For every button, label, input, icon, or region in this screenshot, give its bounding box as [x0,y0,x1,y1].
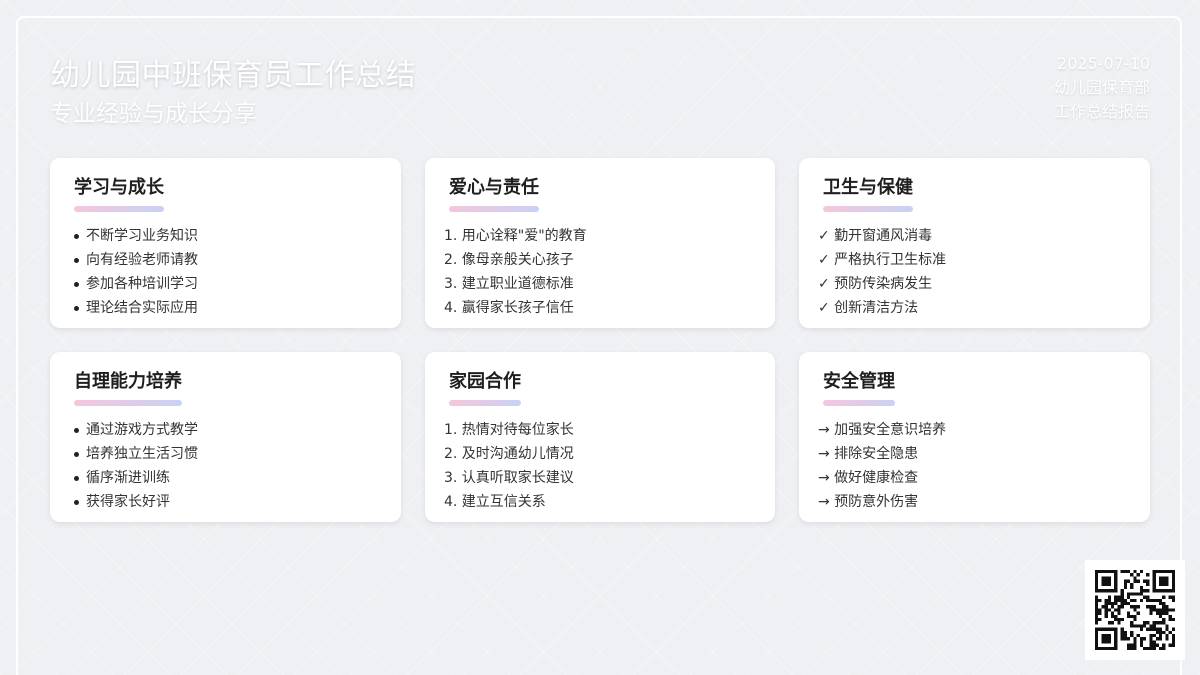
list-item: 参加各种培训学习 [74,272,377,296]
qr-code-icon[interactable] [1085,560,1185,660]
list-item: → 加强安全意识培养 [818,422,947,438]
title-underline [449,206,539,212]
list-item: 3. 建立职业道德标准 [444,276,574,292]
page-title: 幼儿园中班保育员工作总结 [50,58,416,93]
cards-grid: 学习与成长 不断学习业务知识 向有经验老师请教 参加各种培训学习 理论结合实际应… [50,158,1150,522]
card-title: 爱心与责任 [449,177,539,198]
report-meta: 2025-07-10 幼儿园保育部 工作总结报告 [1054,52,1150,124]
card-title: 家园合作 [449,371,521,392]
title-underline [449,400,521,406]
list-item: 1. 用心诠释"爱"的教育 [444,228,587,244]
report-date: 2025-07-10 [1057,54,1150,73]
list-item: → 预防意外伤害 [818,494,919,510]
title-underline [823,400,895,406]
card-self-care: 自理能力培养 通过游戏方式教学 培养独立生活习惯 循序渐进训练 获得家长好评 [50,352,401,522]
card-hygiene-health: 卫生与保健 ✓ 勤开窗通风消毒 ✓ 严格执行卫生标准 ✓ 预防传染病发生 ✓ 创… [799,158,1150,328]
list-item: 培养独立生活习惯 [74,442,377,466]
list-item: ✓ 预防传染病发生 [818,276,933,292]
title-underline [74,206,164,212]
card-title: 卫生与保健 [823,177,913,198]
list-item: 不断学习业务知识 [74,224,377,248]
title-underline [74,400,182,406]
qr-code-graphic [1095,570,1175,650]
list-item: 向有经验老师请教 [74,248,377,272]
card-list: 通过游戏方式教学 培养独立生活习惯 循序渐进训练 获得家长好评 [74,418,377,514]
list-item: 通过游戏方式教学 [74,418,377,442]
card-list: 不断学习业务知识 向有经验老师请教 参加各种培训学习 理论结合实际应用 [74,224,377,320]
card-list: → 加强安全意识培养 → 排除安全隐患 → 做好健康检查 → 预防意外伤害 [818,418,1126,514]
report-department: 幼儿园保育部 [1053,78,1150,97]
report-type: 工作总结报告 [1053,102,1150,121]
list-item: 4. 建立互信关系 [444,494,546,510]
card-title: 自理能力培养 [74,371,182,392]
list-item: ✓ 勤开窗通风消毒 [818,228,933,244]
list-item: 3. 认真听取家长建议 [444,470,574,486]
page-subtitle: 专业经验与成长分享 [50,101,257,127]
list-item: ✓ 创新清洁方法 [818,300,919,316]
card-learning-growth: 学习与成长 不断学习业务知识 向有经验老师请教 参加各种培训学习 理论结合实际应… [50,158,401,328]
card-list: 1. 热情对待每位家长 2. 及时沟通幼儿情况 3. 认真听取家长建议 4. 建… [444,418,751,514]
card-list: 1. 用心诠释"爱"的教育 2. 像母亲般关心孩子 3. 建立职业道德标准 4.… [444,224,751,320]
list-item: → 排除安全隐患 [818,446,919,462]
list-item: 理论结合实际应用 [74,296,377,320]
card-safety: 安全管理 → 加强安全意识培养 → 排除安全隐患 → 做好健康检查 → 预防意外… [799,352,1150,522]
card-love-responsibility: 爱心与责任 1. 用心诠释"爱"的教育 2. 像母亲般关心孩子 3. 建立职业道… [425,158,775,328]
card-home-school: 家园合作 1. 热情对待每位家长 2. 及时沟通幼儿情况 3. 认真听取家长建议… [425,352,775,522]
list-item: ✓ 严格执行卫生标准 [818,252,947,268]
card-title: 安全管理 [823,371,895,392]
card-list: ✓ 勤开窗通风消毒 ✓ 严格执行卫生标准 ✓ 预防传染病发生 ✓ 创新清洁方法 [818,224,1126,320]
list-item: 获得家长好评 [74,490,377,514]
list-item: 2. 像母亲般关心孩子 [444,252,574,268]
title-underline [823,206,913,212]
list-item: 2. 及时沟通幼儿情况 [444,446,574,462]
card-title: 学习与成长 [74,177,164,198]
list-item: 1. 热情对待每位家长 [444,422,574,438]
list-item: 4. 赢得家长孩子信任 [444,300,574,316]
list-item: → 做好健康检查 [818,470,919,486]
list-item: 循序渐进训练 [74,466,377,490]
